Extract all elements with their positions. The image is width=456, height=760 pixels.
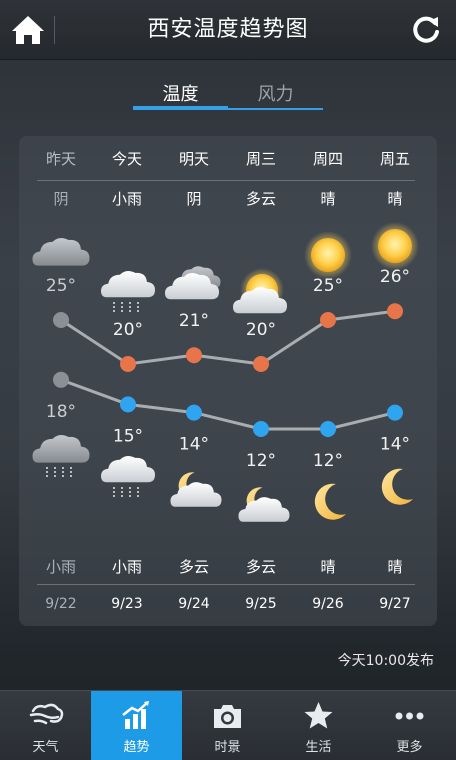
night-condition: 晴: [387, 558, 403, 576]
day-condition: 晴: [320, 190, 336, 208]
weather-icon: [29, 703, 64, 725]
bottom-nav: 天气 趋势 时景 生活 更多: [0, 690, 456, 760]
night-condition: 多云: [178, 558, 209, 576]
nav-label: 时景: [214, 740, 241, 755]
day-condition: 小雨: [111, 190, 142, 208]
date-label: 9/26: [312, 596, 344, 612]
day-condition: 阴: [53, 190, 69, 208]
date-label: 9/25: [245, 596, 277, 612]
star-icon: [304, 702, 333, 729]
tab-bar: 温度 风力: [133, 80, 323, 112]
date-label: 9/22: [45, 596, 77, 612]
forecast-card: [19, 136, 437, 626]
day-label: 周三: [245, 150, 276, 168]
nav-life[interactable]: 生活: [273, 691, 364, 760]
day-label: 今天: [111, 150, 142, 168]
separator: [37, 180, 415, 181]
nav-scenery[interactable]: 时景: [182, 691, 273, 760]
nav-label: 更多: [396, 740, 423, 755]
day-condition: 多云: [245, 190, 276, 208]
night-condition: 晴: [320, 558, 336, 576]
night-condition: 小雨: [111, 558, 142, 576]
day-label: 明天: [178, 150, 209, 168]
tab-wind[interactable]: 风力: [228, 80, 323, 110]
tab-active-indicator: [133, 106, 228, 110]
day-condition: 晴: [387, 190, 403, 208]
day-label: 昨天: [45, 150, 76, 168]
day-label: 周四: [312, 150, 343, 168]
nav-trend[interactable]: 趋势: [91, 691, 182, 760]
top-bar: 西安温度趋势图: [0, 0, 456, 60]
trend-icon: [122, 701, 149, 729]
nav-label: 天气: [32, 740, 59, 755]
night-condition: 多云: [245, 558, 276, 576]
nav-weather[interactable]: 天气: [0, 691, 91, 760]
nav-label: 趋势: [123, 740, 150, 755]
date-label: 9/24: [178, 596, 210, 612]
nav-label: 生活: [305, 740, 332, 755]
day-label: 周五: [379, 150, 410, 168]
refresh-icon[interactable]: [408, 12, 444, 48]
date-label: 9/23: [111, 596, 143, 612]
separator: [37, 584, 415, 585]
publish-time: 今天10:00发布: [337, 653, 434, 669]
more-icon: [395, 712, 424, 720]
night-condition: 小雨: [45, 558, 76, 576]
date-label: 9/27: [379, 596, 411, 612]
page-title: 西安温度趋势图: [147, 17, 309, 42]
nav-more[interactable]: 更多: [364, 691, 455, 760]
top-divider: [54, 16, 55, 44]
camera-icon: [214, 705, 241, 728]
home-icon[interactable]: [8, 10, 48, 50]
day-condition: 阴: [186, 190, 202, 208]
